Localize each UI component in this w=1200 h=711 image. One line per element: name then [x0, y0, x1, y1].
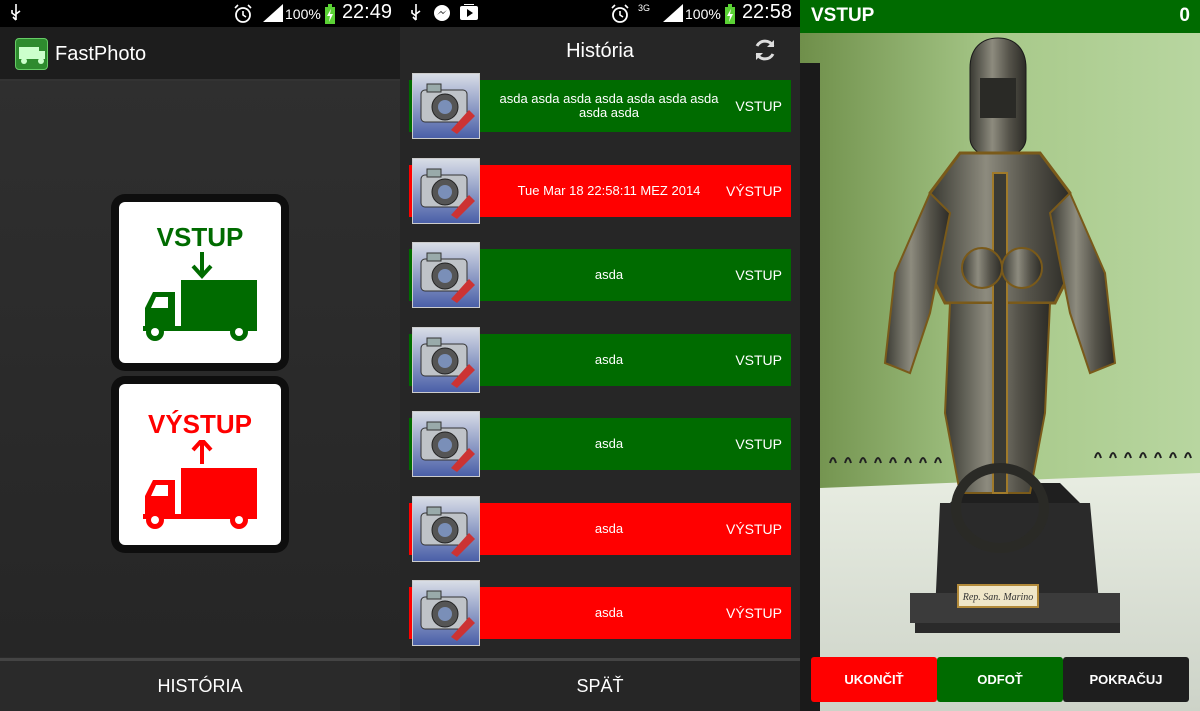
photo-knight-statue: Rep. San. Marino: [800, 33, 1200, 711]
history-row-type: VÝSTUP: [725, 520, 782, 537]
status-bar: 100% 22:49: [0, 0, 400, 27]
alarm-icon: [610, 4, 630, 29]
refresh-icon[interactable]: [752, 37, 778, 68]
messenger-icon: [433, 4, 451, 27]
battery-percent: 100%: [685, 6, 721, 22]
battery-icon: [724, 4, 736, 29]
history-row[interactable]: Tue Mar 18 22:58:11 MEZ 2014 VÝSTUP: [409, 157, 791, 224]
page-title: História: [566, 40, 634, 62]
mode-title: VSTUP: [811, 5, 875, 26]
camera-thumbnail-icon: [412, 326, 480, 393]
end-button[interactable]: UKONČIŤ: [811, 657, 937, 702]
home-screen: 100% 22:49 FastPhoto VSTUP VÝSTUP HISTÓR…: [0, 0, 400, 711]
network-type: 3G: [638, 3, 651, 13]
history-row-text: asda: [594, 351, 624, 367]
camera-thumbnail-icon: [412, 580, 480, 646]
app-title: FastPhoto: [55, 43, 147, 65]
clock: 22:58: [741, 1, 792, 23]
history-row-text: asda: [594, 436, 624, 451]
history-row-text: asda: [594, 520, 624, 536]
history-row-text: asda: [594, 267, 624, 282]
history-screen: 3G 100% 22:58 História asda asda asda as…: [400, 0, 800, 711]
main-content: VSTUP VÝSTUP: [0, 81, 400, 657]
historia-button[interactable]: HISTÓRIA: [0, 658, 400, 711]
screenshot-triptych: 100% 22:49 FastPhoto VSTUP VÝSTUP HISTÓR…: [0, 0, 1200, 711]
app-logo-icon: [15, 38, 48, 70]
history-row[interactable]: asda asda asda asda asda asda asda asda …: [409, 73, 791, 139]
camera-screen: Rep. San. Marino VSTUP 0 UKONČIŤ ODFOŤ P…: [800, 0, 1200, 711]
alarm-icon: [233, 4, 253, 29]
history-row-text: Tue Mar 18 22:58:11 MEZ 2014: [517, 182, 701, 198]
status-bar: 3G 100% 22:58: [400, 0, 800, 27]
truck-in-icon: [143, 252, 257, 341]
history-row-type: VSTUP: [735, 267, 782, 283]
clock: 22:49: [341, 1, 392, 23]
history-row[interactable]: asda VSTUP: [409, 411, 791, 477]
plaque-text: Rep. San. Marino: [962, 592, 1034, 603]
camera-header: VSTUP 0: [800, 0, 1200, 33]
history-row[interactable]: asda VSTUP: [409, 326, 791, 393]
history-row-type: VSTUP: [735, 98, 782, 114]
vstup-label: VSTUP: [156, 222, 244, 252]
history-row-type: VSTUP: [735, 351, 782, 368]
action-bar: História: [400, 27, 800, 73]
signal-icon: [263, 4, 283, 27]
truck-out-icon: [143, 440, 257, 529]
camera-thumbnail-icon: [412, 73, 480, 139]
take-photo-button[interactable]: ODFOŤ: [937, 657, 1063, 702]
history-row[interactable]: asda VSTUP: [409, 242, 791, 308]
battery-percent: 100%: [285, 6, 321, 22]
continue-button[interactable]: POKRAČUJ: [1063, 657, 1189, 702]
camera-thumbnail-icon: [412, 411, 480, 477]
history-row-type: VÝSTUP: [725, 182, 782, 199]
signal-icon: [663, 4, 683, 27]
action-bar: FastPhoto: [0, 27, 400, 81]
youtube-icon: [460, 3, 478, 25]
history-row-type: VÝSTUP: [725, 605, 782, 621]
battery-icon: [324, 4, 336, 29]
vystup-label: VÝSTUP: [147, 409, 253, 439]
history-row[interactable]: asda VÝSTUP: [409, 495, 791, 562]
camera-preview: Rep. San. Marino: [800, 33, 1200, 711]
camera-thumbnail-icon: [412, 242, 480, 308]
usb-icon: [10, 4, 22, 27]
history-row[interactable]: asda VÝSTUP: [409, 580, 791, 646]
history-row-text: asda asda asda asda asda asda asda asda …: [499, 91, 719, 120]
history-row-text: asda: [594, 605, 624, 620]
history-row-type: VSTUP: [735, 436, 782, 452]
vystup-button[interactable]: VÝSTUP: [111, 376, 289, 553]
vstup-button-face: VSTUP: [119, 202, 281, 363]
camera-thumbnail-icon: [412, 495, 480, 562]
photo-counter: 0: [1179, 5, 1190, 26]
usb-icon: [410, 4, 422, 27]
camera-thumbnail-icon: [412, 157, 480, 224]
vystup-button-face: VÝSTUP: [119, 384, 281, 545]
back-button[interactable]: SPÄŤ: [400, 658, 800, 711]
vstup-button[interactable]: VSTUP: [111, 194, 289, 371]
